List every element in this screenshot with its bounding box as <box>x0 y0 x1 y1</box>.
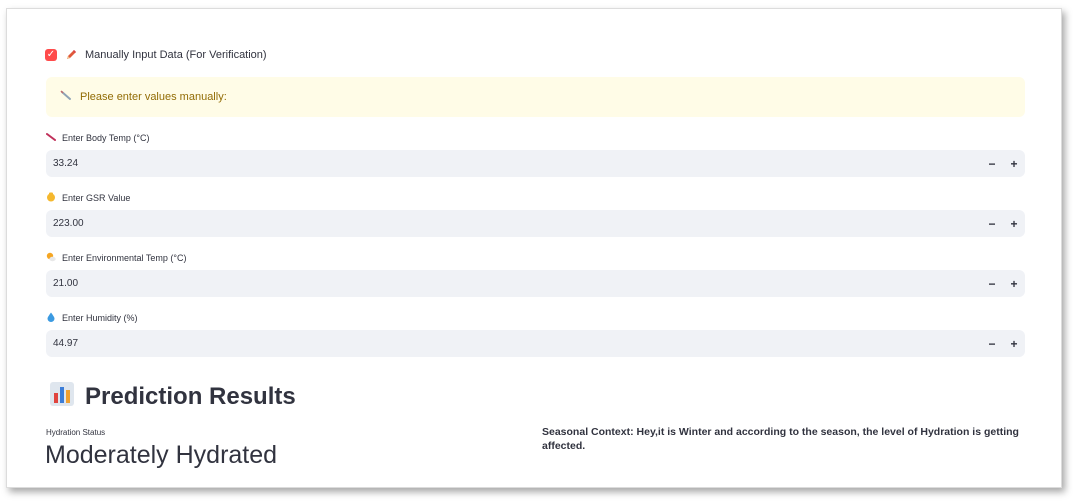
bar-chart-icon <box>49 381 75 412</box>
env-temp-input[interactable]: 21.00 − + <box>46 270 1025 297</box>
checkbox-checked-icon[interactable]: ✓ <box>45 49 57 61</box>
gsr-label: Enter GSR Value <box>46 190 130 206</box>
hydration-status-label: Hydration Status <box>46 428 106 437</box>
results-title: Prediction Results <box>85 382 296 410</box>
env-temp-label: Enter Environmental Temp (°C) <box>46 250 186 266</box>
humidity-increment-button[interactable]: + <box>1003 330 1025 357</box>
manual-input-checkbox[interactable]: ✓ Manually Input Data (For Verification) <box>45 45 267 65</box>
env-temp-decrement-button[interactable]: − <box>981 270 1003 297</box>
env-temp-increment-button[interactable]: + <box>1003 270 1025 297</box>
body-temp-increment-button[interactable]: + <box>1003 150 1025 177</box>
humidity-decrement-button[interactable]: − <box>981 330 1003 357</box>
gsr-decrement-button[interactable]: − <box>981 210 1003 237</box>
humidity-label: Enter Humidity (%) <box>46 310 138 326</box>
pencil-icon <box>65 49 77 61</box>
body-temp-decrement-button[interactable]: − <box>981 150 1003 177</box>
body-temp-value[interactable]: 33.24 <box>46 158 981 169</box>
hand-icon <box>46 192 56 204</box>
syringe-icon <box>60 88 72 106</box>
checkbox-label: Manually Input Data (For Verification) <box>85 49 267 61</box>
alert-text: Please enter values manually: <box>80 91 227 103</box>
body-temp-label: Enter Body Temp (°C) <box>46 130 149 146</box>
thermometer-icon <box>46 132 56 144</box>
droplet-icon <box>46 312 56 324</box>
sun-cloud-icon <box>46 252 56 264</box>
humidity-input[interactable]: 44.97 − + <box>46 330 1025 357</box>
body-temp-input[interactable]: 33.24 − + <box>46 150 1025 177</box>
hydration-status-value: Moderately Hydrated <box>45 441 278 469</box>
results-heading: Prediction Results <box>49 381 296 412</box>
app-window: ✓ Manually Input Data (For Verification)… <box>6 8 1062 488</box>
gsr-value[interactable]: 223.00 <box>46 218 981 229</box>
seasonal-context-text: Seasonal Context: Hey,it is Winter and a… <box>542 426 1019 452</box>
gsr-input[interactable]: 223.00 − + <box>46 210 1025 237</box>
gsr-increment-button[interactable]: + <box>1003 210 1025 237</box>
env-temp-value[interactable]: 21.00 <box>46 278 981 289</box>
humidity-value[interactable]: 44.97 <box>46 338 981 349</box>
warning-alert: Please enter values manually: <box>46 77 1025 117</box>
